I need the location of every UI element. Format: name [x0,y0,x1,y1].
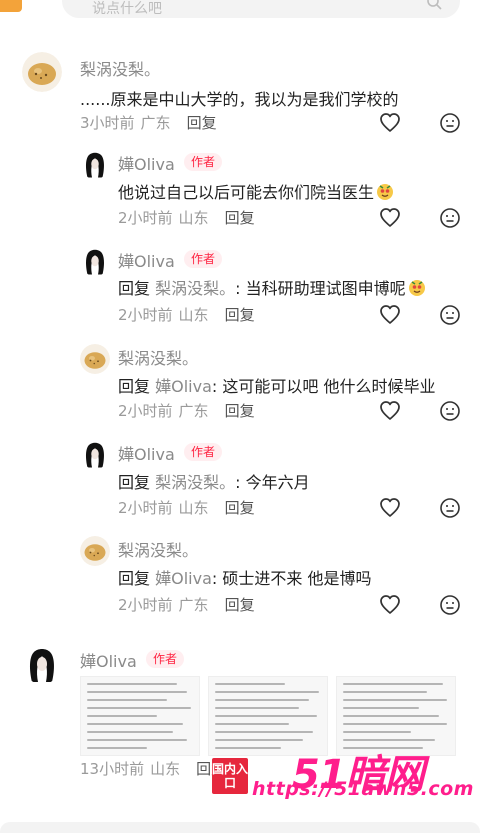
mention-link[interactable]: 梨涡没梨。 [155,473,235,492]
comment-meta: 2小时前 广东 回复 [118,400,255,421]
watermark-url: https://51awn5.com [252,778,474,800]
comment-location: 广东 [178,402,209,420]
reply-button[interactable]: 回复 [225,306,255,324]
comment-input[interactable]: 说点什么吧 [62,0,460,18]
meh-face-icon[interactable] [439,594,461,616]
avatar[interactable] [80,344,110,374]
avatar[interactable] [80,439,110,469]
emoji-icon [376,183,394,201]
comment-author-name[interactable]: 梨涡没梨。 [118,537,198,561]
comment-author-name[interactable]: 嬅Oliva [118,441,175,465]
comment-text: 回复 嬅Oliva: 硕士进不来 他是博吗 [118,565,371,589]
comment-text: ......原来是中山大学的，我以为是我们学校的 [80,90,399,109]
heart-outline-icon[interactable] [379,497,401,519]
orange-tab-fragment [0,0,22,12]
emoji-icon [407,279,426,297]
comment-text-body: : 今年六月 [235,473,310,492]
heart-outline-icon[interactable] [379,594,401,616]
meh-face-icon[interactable] [439,112,461,134]
author-badge: 作者 [146,650,185,668]
avatar[interactable] [22,52,62,92]
author-badge: 作者 [184,153,223,171]
comment-text-body: : 硕士进不来 他是博吗 [211,569,372,588]
reply-item[interactable]: 嬅Oliva 作者 回复 梨涡没梨。: 今年六月 2小时前 山东 回复 [0,435,480,525]
comment-meta: 13小时前山东回复 [80,758,226,779]
comment-image[interactable] [80,676,200,756]
comment-location: 广东 [178,596,209,614]
comment-meta: 2小时前 山东 回复 [118,304,255,325]
comment-text: 回复 嬅Oliva: 这可能可以吧 他什么时候毕业 [118,373,435,397]
avatar[interactable] [22,644,62,684]
comment-location: 山东 [150,760,181,778]
heart-outline-icon[interactable] [379,400,401,422]
comment-text: 回复 梨涡没梨。: 今年六月 [118,469,310,493]
heart-outline-icon[interactable] [379,207,401,229]
comment-time: 2小时前 [118,306,173,324]
comment-location: 广东 [140,114,171,132]
comment-author-name[interactable]: 嬅Oliva [118,151,175,175]
heart-outline-icon[interactable] [379,304,401,326]
comment-text-body: : 这可能可以吧 他什么时候毕业 [211,377,436,396]
comment-meta: 3小时前 广东 回复 [80,112,217,133]
meh-face-icon[interactable] [439,400,461,422]
comment-location: 山东 [178,499,209,517]
reply-button[interactable]: 回复 [225,499,255,517]
reply-button[interactable]: 回复 [225,596,255,614]
bottom-input-strip[interactable] [0,822,480,833]
comment-author-name[interactable]: 嬅Oliva [118,248,175,272]
comment-time: 13小时前 [80,760,145,778]
comment-time: 2小时前 [118,209,173,227]
comment-text: 他说过自己以后可能去你们院当医生 [118,179,394,203]
watermark-overlay: 国内入口 51暗网 https://51awn5.com [212,752,474,820]
comment-location: 山东 [178,306,209,324]
mention-link[interactable]: 嬅Oliva [155,377,212,396]
reply-button[interactable]: 回复 [187,114,217,132]
mention-link[interactable]: 梨涡没梨。 [155,279,235,298]
avatar[interactable] [80,536,110,566]
comment-input-placeholder: 说点什么吧 [92,1,162,17]
comment-meta: 2小时前 山东 回复 [118,497,255,518]
comment-author-name[interactable]: 梨涡没梨。 [118,345,198,369]
watermark-gate-badge: 国内入口 [212,758,248,794]
heart-outline-icon[interactable] [379,112,401,134]
reply-button[interactable]: 回复 [225,402,255,420]
comment-author-name[interactable]: 梨涡没梨。 [80,56,160,80]
reply-item[interactable]: 嬅Oliva 作者 回复 梨涡没梨。: 当科研助理试图申博呢 2小时前 山东 回复 [0,242,480,332]
mention-link[interactable]: 嬅Oliva [155,569,212,588]
reply-prefix: 回复 [118,473,151,492]
author-badge: 作者 [184,250,223,268]
reply-button[interactable]: 回复 [225,209,255,227]
comment-time: 2小时前 [118,499,173,517]
comment-text-body: 他说过自己以后可能去你们院当医生 [118,183,375,202]
comment-item[interactable]: 梨涡没梨。 ......原来是中山大学的，我以为是我们学校的 3小时前 广东 回复 [0,50,480,140]
comment-time: 2小时前 [118,596,173,614]
comment-text: 回复 梨涡没梨。: 当科研助理试图申博呢 [118,275,426,299]
reply-item[interactable]: 梨涡没梨。 回复 嬅Oliva: 这可能可以吧 他什么时候毕业 2小时前 广东 回复 [0,340,480,430]
comment-meta: 2小时前 山东 回复 [118,207,255,228]
reply-item[interactable]: 梨涡没梨。 回复 嬅Oliva: 硕士进不来 他是博吗 2小时前 广东 回复 [0,532,480,622]
meh-face-icon[interactable] [439,304,461,326]
top-bar: 说点什么吧 [0,0,480,28]
reply-item[interactable]: 嬅Oliva 作者 他说过自己以后可能去你们院当医生 2小时前 山东 回复 [0,145,480,235]
comment-meta: 2小时前 广东 回复 [118,594,255,615]
reply-prefix: 回复 [118,377,151,396]
comment-time: 3小时前 [80,114,135,132]
search-icon[interactable] [426,0,442,10]
reply-prefix: 回复 [118,279,151,298]
meh-face-icon[interactable] [439,497,461,519]
reply-prefix: 回复 [118,569,151,588]
avatar[interactable] [80,246,110,276]
avatar[interactable] [80,149,110,179]
comment-text-body: : 当科研助理试图申博呢 [235,279,406,298]
comment-time: 2小时前 [118,402,173,420]
comment-location: 山东 [178,209,209,227]
meh-face-icon[interactable] [439,207,461,229]
comment-author-name[interactable]: 嬅Oliva [80,648,137,672]
author-badge: 作者 [184,443,223,461]
